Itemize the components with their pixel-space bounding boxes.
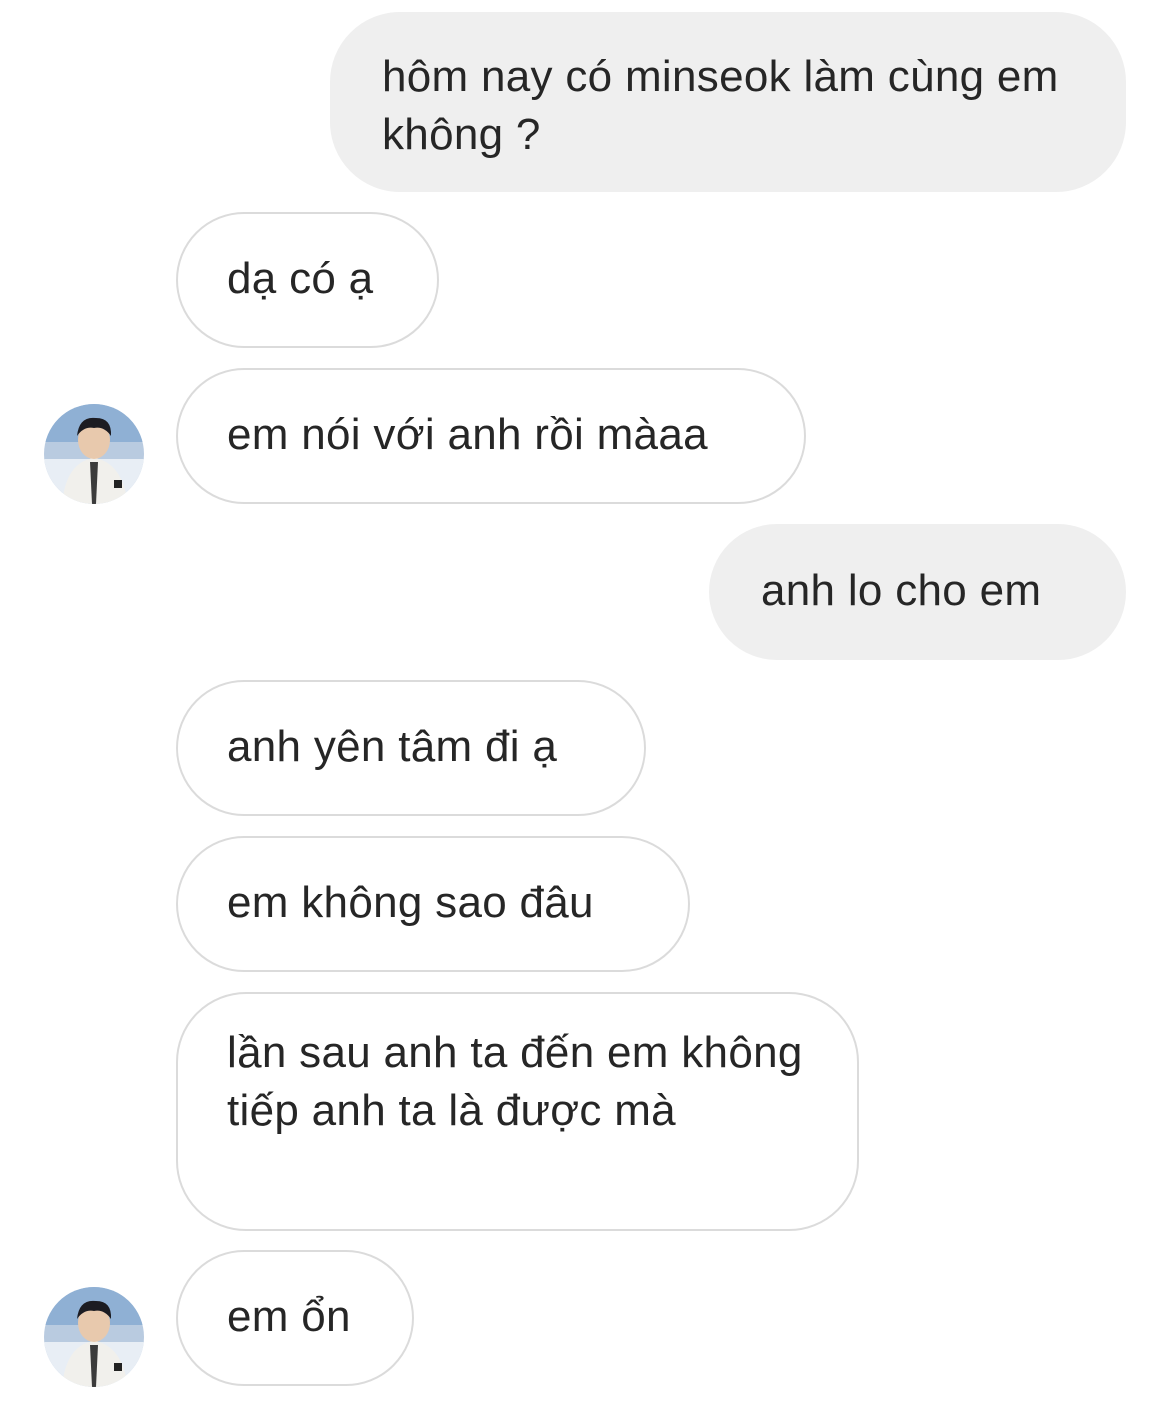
message-bubble-received[interactable]: dạ có ạ bbox=[176, 212, 439, 348]
message-bubble-received[interactable]: em nói với anh rồi màaa bbox=[176, 368, 806, 504]
message-text: anh yên tâm đi ạ bbox=[227, 722, 558, 771]
message-text: hôm nay có minseok làm cùng em không ? bbox=[382, 52, 1059, 159]
message-bubble-received[interactable]: anh yên tâm đi ạ bbox=[176, 680, 646, 816]
message-bubble-received[interactable]: lần sau anh ta đến em không tiếp anh ta … bbox=[176, 992, 859, 1231]
message-bubble-sent[interactable]: anh lo cho em bbox=[709, 524, 1126, 660]
message-bubble-received[interactable]: em ổn bbox=[176, 1250, 414, 1386]
message-text: em không sao đâu bbox=[227, 878, 594, 927]
user-avatar-photo-icon bbox=[44, 404, 144, 504]
message-text: em ổn bbox=[227, 1292, 351, 1341]
message-bubble-sent[interactable]: hôm nay có minseok làm cùng em không ? bbox=[330, 12, 1126, 192]
avatar[interactable] bbox=[44, 1287, 144, 1387]
message-text: em nói với anh rồi màaa bbox=[227, 410, 708, 459]
message-bubble-received[interactable]: em không sao đâu bbox=[176, 836, 690, 972]
message-text: lần sau anh ta đến em không tiếp anh ta … bbox=[227, 1028, 803, 1135]
message-text: anh lo cho em bbox=[761, 566, 1042, 615]
message-text: dạ có ạ bbox=[227, 254, 374, 303]
user-avatar-photo-icon bbox=[44, 1287, 144, 1387]
avatar[interactable] bbox=[44, 404, 144, 504]
